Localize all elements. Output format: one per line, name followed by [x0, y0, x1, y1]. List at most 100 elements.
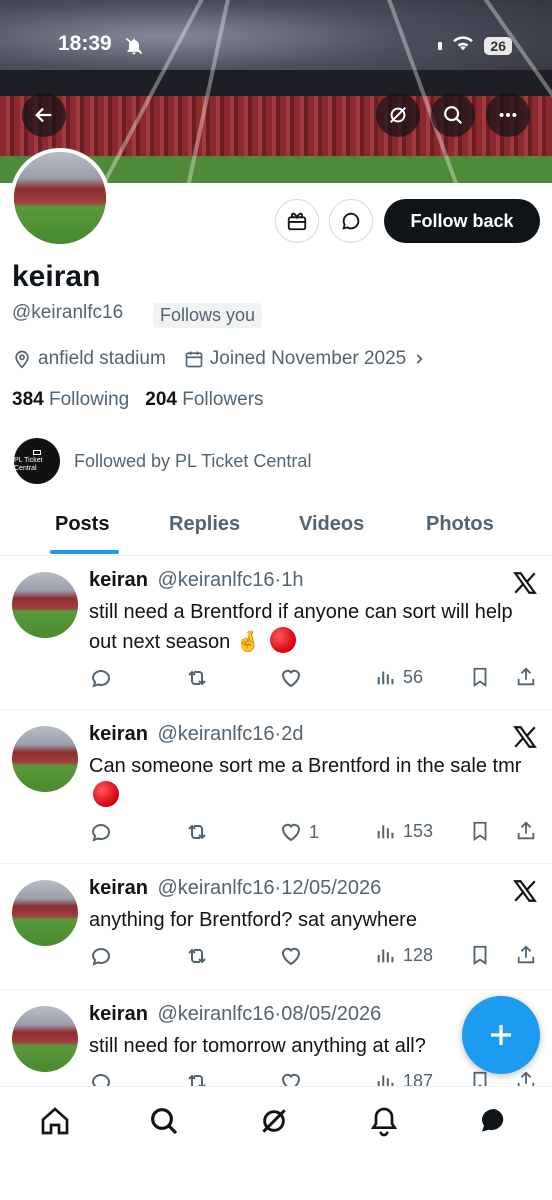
tweet[interactable]: keiran @keiranlfc16·12/05/2026 anything … — [0, 864, 552, 990]
following-link[interactable]: 384 Following — [12, 389, 129, 411]
x-logo-icon — [513, 572, 537, 594]
pl-ticket-central-avatar: PL Ticket Central — [14, 438, 60, 484]
views-button[interactable]: 56 — [375, 666, 423, 688]
tweet-text: anything for Brentford? sat anywhere — [89, 906, 539, 935]
repost-button[interactable] — [185, 944, 209, 968]
compose-post-button[interactable] — [462, 996, 540, 1074]
grok-button[interactable] — [376, 93, 420, 137]
like-button[interactable] — [279, 944, 309, 968]
tab-videos[interactable]: Videos — [299, 513, 364, 536]
nav-grok[interactable] — [256, 1103, 292, 1139]
status-icons: 26 — [438, 34, 512, 57]
followed-by-row[interactable]: PL Ticket Central Followed by PL Ticket … — [14, 438, 311, 484]
more-dots-icon — [499, 112, 517, 118]
share-button[interactable] — [515, 944, 537, 966]
joined-date[interactable]: Joined November 2025 — [184, 348, 426, 370]
battery-indicator: 26 — [484, 36, 512, 55]
gift-icon — [287, 212, 307, 231]
chat-bubble-filled-icon — [482, 1109, 504, 1132]
tweet-author-name[interactable]: keiran — [89, 1003, 148, 1025]
status-time: 18:39 — [58, 32, 112, 55]
views-button[interactable]: 187 — [375, 1070, 433, 1086]
tab-photos[interactable]: Photos — [426, 513, 494, 536]
followers-link[interactable]: 204 Followers — [145, 389, 263, 411]
tweet-text-content: still need for tomorrow anything at all? — [89, 1035, 426, 1057]
bell-icon — [370, 1107, 398, 1137]
banner-stadium-roof — [0, 70, 552, 98]
repost-button[interactable] — [185, 1070, 209, 1086]
bookmark-icon — [473, 1071, 487, 1086]
share-button[interactable] — [515, 820, 537, 842]
repost-button[interactable] — [185, 820, 209, 844]
home-icon — [41, 1107, 69, 1135]
tab-posts[interactable]: Posts — [55, 513, 109, 536]
reply-button[interactable] — [89, 666, 113, 690]
follow-back-button[interactable]: Follow back — [384, 199, 540, 243]
reply-button[interactable] — [89, 1070, 113, 1086]
tweet[interactable]: keiran @keiranlfc16·2d Can someone sort … — [0, 710, 552, 864]
stadium-photo — [12, 1006, 78, 1072]
logo-mark-icon — [33, 449, 41, 455]
tweet-handle: @keiranlfc16 — [157, 1003, 275, 1025]
reply-button[interactable] — [89, 944, 113, 968]
share-icon — [517, 821, 535, 840]
share-button[interactable] — [515, 1070, 537, 1086]
search-button[interactable] — [431, 93, 475, 137]
tab-replies[interactable]: Replies — [169, 513, 240, 536]
tweet-header: keiran @keiranlfc16·12/05/2026 — [89, 877, 381, 900]
heart-icon — [281, 947, 301, 966]
bottom-navigation — [0, 1086, 552, 1200]
nav-messages[interactable] — [476, 1103, 512, 1139]
tweet-time: 1h — [281, 569, 304, 591]
tweet-time: 08/05/2026 — [281, 1003, 382, 1025]
follows-you-badge: Follows you — [153, 303, 263, 328]
tweet-author-name[interactable]: keiran — [89, 569, 148, 591]
view-count: 56 — [403, 666, 424, 687]
x-logo-icon — [513, 726, 537, 748]
tweet-avatar[interactable] — [12, 1006, 78, 1072]
tweet-handle: @keiranlfc16 — [157, 569, 275, 591]
tweet-avatar[interactable] — [12, 880, 78, 946]
bar-chart-icon — [377, 825, 394, 839]
active-tab-indicator — [50, 550, 119, 554]
views-button[interactable]: 153 — [375, 820, 433, 842]
repost-icon — [188, 1074, 206, 1086]
tweet-actions: 1 153 — [89, 820, 541, 846]
stadium-photo — [14, 152, 106, 244]
bookmark-button[interactable] — [469, 944, 491, 966]
tweet-actions: 56 — [89, 666, 541, 692]
like-button[interactable] — [279, 666, 309, 690]
nav-home[interactable] — [37, 1103, 73, 1139]
chat-bubble-icon — [342, 212, 360, 230]
gift-button[interactable] — [275, 199, 319, 243]
calendar-icon — [185, 351, 203, 368]
views-button[interactable]: 128 — [375, 944, 433, 966]
repost-button[interactable] — [185, 666, 209, 690]
reply-icon — [91, 948, 110, 966]
tweet-header: keiran @keiranlfc16·2d — [89, 723, 303, 746]
profile-avatar[interactable] — [10, 148, 110, 248]
tweet-avatar[interactable] — [12, 572, 78, 638]
joined-text: Joined November 2025 — [209, 348, 407, 369]
display-name: keiran — [12, 260, 101, 293]
more-options-button[interactable] — [486, 93, 530, 137]
tweet-actions: 187 — [89, 1070, 541, 1086]
back-button[interactable] — [22, 93, 66, 137]
tweet-author-name[interactable]: keiran — [89, 877, 148, 899]
message-button[interactable] — [329, 199, 373, 243]
bookmark-button[interactable] — [469, 820, 491, 842]
tweet-author-name[interactable]: keiran — [89, 723, 148, 745]
bookmark-button[interactable] — [469, 1070, 491, 1086]
like-button[interactable] — [279, 1070, 309, 1086]
like-button[interactable]: 1 — [279, 820, 319, 844]
reply-button[interactable] — [89, 820, 113, 844]
nav-notifications[interactable] — [366, 1103, 402, 1139]
following-count: 384 — [12, 389, 44, 410]
tweet-avatar[interactable] — [12, 726, 78, 792]
nav-search[interactable] — [146, 1103, 182, 1139]
repost-icon — [188, 824, 206, 840]
tweet[interactable]: keiran @keiranlfc16·1h still need a Bren… — [0, 556, 552, 710]
bookmark-button[interactable] — [469, 666, 491, 688]
share-button[interactable] — [515, 666, 537, 688]
plus-icon — [491, 1025, 511, 1045]
